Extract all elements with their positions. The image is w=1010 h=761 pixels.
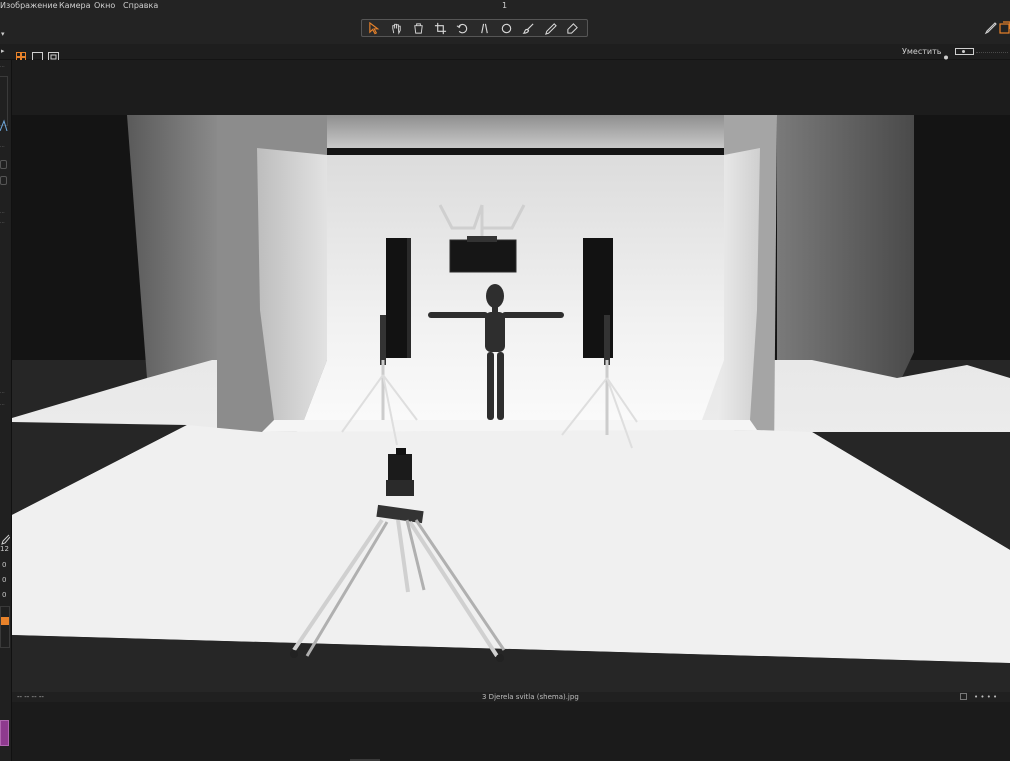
- panel-dropdown-icon[interactable]: ▾: [1, 30, 5, 38]
- panel-grip: ···: [0, 390, 5, 396]
- bucket-tool-icon[interactable]: [408, 21, 428, 36]
- param-value[interactable]: 0: [2, 561, 6, 569]
- zoom-fit-label[interactable]: Уместить: [902, 47, 941, 56]
- menu-item-camera[interactable]: Камера: [59, 0, 91, 12]
- select-tool-icon[interactable]: [364, 21, 384, 36]
- straighten-tool-icon[interactable]: [474, 21, 494, 36]
- export-icon[interactable]: [999, 20, 1010, 39]
- toolbar: ▾: [0, 14, 1010, 44]
- menu-bar: Изображение Камера Окно Справка 1: [0, 0, 1010, 14]
- zoom-slider-handle[interactable]: [962, 50, 965, 53]
- left-panel: ··· ··· ··· ··· ··· ··· 12 0 0 0: [0, 60, 12, 761]
- image-filename: 3 Djerela svitla (shema).jpg: [482, 693, 579, 701]
- menu-item-help[interactable]: Справка: [123, 0, 158, 12]
- param-value[interactable]: 0: [2, 591, 6, 599]
- image-viewport[interactable]: [12, 60, 1010, 692]
- pen-tool-icon[interactable]: [540, 21, 560, 36]
- histogram-curve-icon: [0, 116, 10, 135]
- rating-dots[interactable]: • • • •: [974, 692, 997, 702]
- eraser-tool-icon[interactable]: [562, 21, 582, 36]
- param-value[interactable]: 0: [2, 576, 6, 584]
- color-label-swatch[interactable]: [0, 720, 9, 746]
- zoom-scale: [976, 52, 1008, 53]
- tool-group: [361, 19, 588, 37]
- studio-photo: [12, 60, 1010, 692]
- panel-grip: ···: [0, 402, 5, 408]
- pan-tool-icon[interactable]: [386, 21, 406, 36]
- status-left: -- -- -- --: [17, 693, 44, 701]
- panel-grip: ···: [0, 210, 5, 216]
- panel-arrow-icon[interactable]: ▸: [1, 47, 5, 55]
- panel-toggle[interactable]: [0, 160, 7, 169]
- brush-tool-icon[interactable]: [518, 21, 538, 36]
- accent-swatch[interactable]: [1, 617, 9, 625]
- menu-item-image[interactable]: Изображение: [0, 0, 58, 12]
- panel-grip: ···: [0, 220, 5, 226]
- filmstrip-area: [12, 702, 1010, 761]
- color-panel: [0, 606, 10, 648]
- panel-grip: ···: [0, 144, 5, 150]
- page-indicator: 1: [502, 1, 508, 10]
- circle-tool-icon[interactable]: [496, 21, 516, 36]
- view-strip: ▸ Уместить: [0, 44, 1010, 63]
- crop-tool-icon[interactable]: [430, 21, 450, 36]
- filmstrip-checkbox[interactable]: [960, 693, 967, 700]
- panel-toggle[interactable]: [0, 176, 7, 185]
- menu-item-window[interactable]: Окно: [94, 0, 115, 12]
- panel-grip: ···: [0, 64, 5, 70]
- adjust-brush-icon[interactable]: [983, 20, 997, 39]
- status-bar: -- -- -- -- 3 Djerela svitla (shema).jpg…: [12, 692, 1010, 702]
- zoom-slider[interactable]: [955, 48, 974, 55]
- param-value[interactable]: 12: [0, 545, 9, 553]
- rotate-tool-icon[interactable]: [452, 21, 472, 36]
